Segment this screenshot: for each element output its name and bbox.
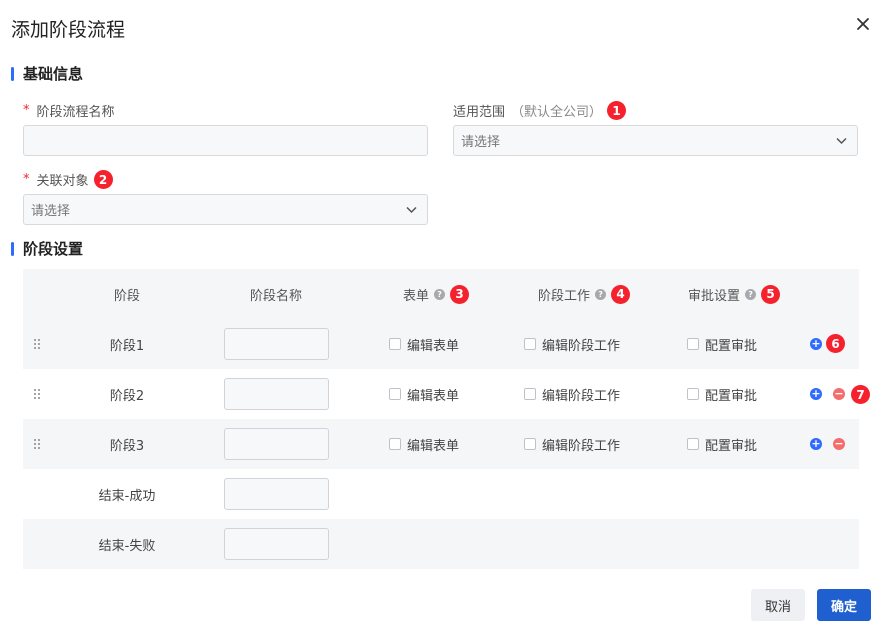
help-icon[interactable]: ? [434, 288, 446, 300]
stage-name-input[interactable] [224, 378, 329, 410]
checkbox[interactable] [524, 438, 536, 450]
checkbox[interactable] [524, 388, 536, 400]
object-select-value: 请选择 [31, 204, 71, 219]
badge-5: 5 [761, 284, 781, 304]
name-label-text: 阶段流程名称 [36, 105, 115, 120]
stage-label: 阶段3 [109, 438, 145, 454]
drag-handle-icon[interactable] [33, 388, 41, 400]
scope-select-value: 请选择 [461, 135, 501, 150]
stage-name-input[interactable] [224, 478, 329, 510]
add-stage-button[interactable]: + [810, 438, 822, 450]
section-basic-info: 基础信息 [11, 63, 83, 84]
config-approval-label: 配置审批 [705, 338, 758, 354]
section-basic-title: 基础信息 [23, 65, 84, 83]
close-icon[interactable] [853, 14, 873, 34]
scope-label: 适用范围 （默认全公司） 1 [453, 101, 627, 120]
config-approval-label: 配置审批 [705, 388, 758, 404]
header-work: 阶段工作 ? 4 [538, 269, 631, 319]
header-stage: 阶段 [113, 288, 140, 304]
required-mark: * [23, 172, 30, 187]
header-form-text: 表单 [403, 288, 430, 304]
object-label: * 关联对象 2 [23, 170, 113, 189]
edit-work-label: 编辑阶段工作 [542, 338, 621, 354]
remove-stage-button[interactable]: − [833, 388, 845, 400]
object-select[interactable]: 请选择 [23, 194, 428, 225]
stage-label: 阶段1 [109, 338, 145, 354]
checkbox[interactable] [389, 388, 401, 400]
help-icon[interactable]: ? [745, 288, 757, 300]
table-row: 结束-成功 [23, 469, 859, 519]
table-header-row: 阶段 阶段名称 表单 ? 3 阶段工作 ? 4 审批设置 ? 5 [23, 269, 859, 319]
chevron-down-icon [836, 137, 847, 145]
checkbox[interactable] [687, 438, 699, 450]
drag-handle-icon[interactable] [33, 338, 41, 350]
edit-form-checkbox[interactable]: 编辑表单 [389, 369, 459, 419]
stage-flow-name-input[interactable] [23, 125, 428, 156]
header-approval: 审批设置 ? 5 [688, 269, 781, 319]
badge-2: 2 [93, 170, 113, 189]
edit-work-label: 编辑阶段工作 [542, 388, 621, 404]
header-form: 表单 ? 3 [403, 269, 470, 319]
stage-label: 阶段2 [109, 388, 145, 404]
edit-work-checkbox[interactable]: 编辑阶段工作 [524, 419, 620, 469]
stage-name-input[interactable] [224, 428, 329, 460]
confirm-button[interactable]: 确定 [817, 589, 871, 621]
cancel-button[interactable]: 取消 [751, 589, 805, 621]
object-label-text: 关联对象 [36, 174, 89, 189]
edit-form-checkbox[interactable]: 编辑表单 [389, 419, 459, 469]
section-stage-settings: 阶段设置 [11, 238, 83, 259]
edit-form-label: 编辑表单 [407, 438, 460, 454]
edit-work-checkbox[interactable]: 编辑阶段工作 [524, 369, 620, 419]
dialog-title: 添加阶段流程 [11, 19, 126, 41]
checkbox[interactable] [687, 388, 699, 400]
badge-7: 7 [851, 385, 870, 404]
badge-1: 1 [607, 101, 627, 120]
stage-label: 结束-失败 [98, 538, 156, 554]
table-row: 阶段2 编辑表单 编辑阶段工作 配置审批 + − 7 [23, 369, 870, 419]
scope-hint: （默认全公司） [511, 105, 603, 120]
badge-6: 6 [826, 334, 845, 353]
edit-form-checkbox[interactable]: 编辑表单 [389, 319, 459, 369]
scope-select[interactable]: 请选择 [453, 125, 858, 156]
add-stage-button[interactable]: + [810, 388, 822, 400]
header-stage-name: 阶段名称 [249, 288, 302, 304]
checkbox[interactable] [389, 438, 401, 450]
section-bar [11, 66, 14, 81]
help-icon[interactable]: ? [595, 288, 607, 300]
badge-4: 4 [611, 284, 631, 304]
edit-work-label: 编辑阶段工作 [542, 438, 621, 454]
header-work-text: 阶段工作 [538, 288, 591, 304]
checkbox[interactable] [687, 338, 699, 350]
config-approval-checkbox[interactable]: 配置审批 [687, 369, 757, 419]
checkbox[interactable] [524, 338, 536, 350]
edit-form-label: 编辑表单 [407, 388, 460, 404]
required-mark: * [23, 103, 30, 118]
stage-label: 结束-成功 [98, 488, 156, 504]
config-approval-label: 配置审批 [705, 438, 758, 454]
table-row: 结束-失败 [23, 519, 859, 569]
header-approval-text: 审批设置 [688, 288, 741, 304]
add-stage-button[interactable]: + [810, 338, 822, 350]
stage-name-input[interactable] [224, 328, 329, 360]
scope-label-text: 适用范围 [453, 105, 506, 120]
table-row: 阶段1 编辑表单 编辑阶段工作 配置审批 + 6 [23, 319, 859, 369]
chevron-down-icon [406, 206, 417, 214]
stage-name-input[interactable] [224, 528, 329, 560]
edit-work-checkbox[interactable]: 编辑阶段工作 [524, 319, 620, 369]
section-stage-title: 阶段设置 [23, 240, 84, 258]
config-approval-checkbox[interactable]: 配置审批 [687, 319, 757, 369]
section-bar [11, 241, 14, 256]
remove-stage-button[interactable]: − [833, 438, 845, 450]
drag-handle-icon[interactable] [33, 438, 41, 450]
badge-3: 3 [450, 284, 470, 304]
config-approval-checkbox[interactable]: 配置审批 [687, 419, 757, 469]
name-label: * 阶段流程名称 [23, 101, 115, 120]
checkbox[interactable] [389, 338, 401, 350]
table-row: 阶段3 编辑表单 编辑阶段工作 配置审批 + − [23, 419, 859, 469]
edit-form-label: 编辑表单 [407, 338, 460, 354]
